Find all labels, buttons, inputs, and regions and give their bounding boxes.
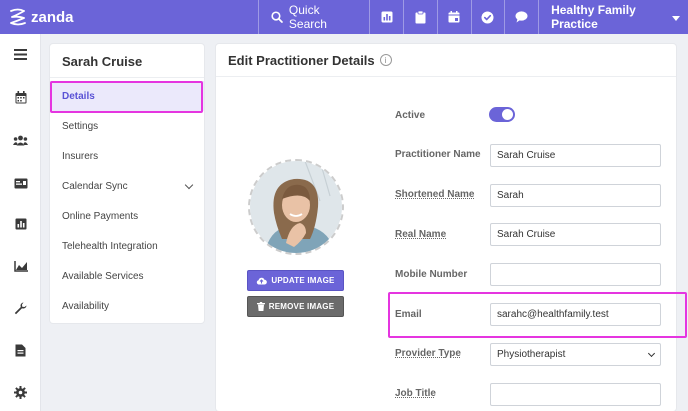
subnav-item-available-services[interactable]: Available Services <box>50 261 204 291</box>
wrench-icon <box>14 302 27 314</box>
menu-button[interactable] <box>0 42 41 66</box>
remove-image-button[interactable]: REMOVE IMAGE <box>247 296 344 317</box>
bar-chart-icon <box>15 218 26 230</box>
email-highlight-box <box>388 292 687 338</box>
edit-practitioner-card: Edit Practitioner Details i UPDATE IMAGE… <box>216 44 676 411</box>
subnav-item-settings[interactable]: Settings <box>50 111 204 141</box>
real-name-input[interactable]: Sarah Cruise <box>490 223 661 246</box>
toggle-knob <box>502 109 513 120</box>
chat-icon <box>515 11 528 23</box>
trash-icon <box>256 302 265 311</box>
subnav-item-online-payments[interactable]: Online Payments <box>50 201 204 231</box>
chevron-down-icon <box>647 349 656 357</box>
chevron-down-icon <box>184 180 194 190</box>
clipboard-icon <box>415 10 426 23</box>
update-image-label: UPDATE IMAGE <box>271 276 335 285</box>
menu-icon <box>14 48 27 60</box>
shortened-name-label: Shortened Name <box>395 189 475 200</box>
provider-type-select[interactable]: Physiotherapist <box>490 343 661 366</box>
tasks-button[interactable] <box>404 0 437 34</box>
quick-search-label: Quick Search <box>288 3 327 31</box>
chart-icon <box>381 11 393 23</box>
practice-name: Healthy Family Practice <box>551 3 636 31</box>
job-title-label: Job Title <box>395 388 436 399</box>
subnav-item-label: Calendar Sync <box>62 180 128 192</box>
practice-selector[interactable]: Healthy Family Practice <box>539 0 688 34</box>
messages-button[interactable] <box>505 0 538 34</box>
calendar-icon <box>15 90 26 103</box>
check-in-button[interactable] <box>472 0 505 34</box>
subnav-item-telehealth-integration[interactable]: Telehealth Integration <box>50 231 204 261</box>
provider-type-label: Provider Type <box>395 348 461 359</box>
details-highlight-box <box>50 81 203 113</box>
subnav-item-calendar-sync[interactable]: Calendar Sync <box>50 171 204 201</box>
rail-calendar[interactable] <box>0 85 41 109</box>
rail-settings[interactable] <box>0 380 41 404</box>
mobile-number-input[interactable] <box>490 263 661 286</box>
subnav-item-availability[interactable]: Availability <box>50 291 204 321</box>
job-title-input[interactable] <box>490 383 661 406</box>
remove-image-label: REMOVE IMAGE <box>268 302 335 311</box>
calendar-add-icon <box>448 11 460 23</box>
rail-contacts[interactable] <box>0 171 41 195</box>
rail-documents[interactable] <box>0 338 41 362</box>
active-toggle[interactable] <box>489 107 515 122</box>
new-appointment-button[interactable] <box>438 0 471 34</box>
active-label: Active <box>395 110 426 121</box>
practitioner-name-input[interactable]: Sarah Cruise <box>490 144 661 167</box>
practitioner-avatar <box>248 159 344 255</box>
cloud-upload-icon <box>257 277 268 284</box>
rail-analytics[interactable] <box>0 254 41 278</box>
subnav-item-insurers[interactable]: Insurers <box>50 141 204 171</box>
check-circle-icon <box>481 11 494 23</box>
info-icon[interactable]: i <box>379 54 392 66</box>
provider-type-value: Physiotherapist <box>497 349 566 360</box>
practitioner-name-label: Practitioner Name <box>395 149 481 160</box>
card-title: Edit Practitioner Details i <box>216 44 676 77</box>
gear-icon <box>14 385 27 399</box>
shortened-name-input[interactable]: Sarah <box>490 184 661 207</box>
search-icon <box>271 11 283 23</box>
id-card-icon <box>14 178 27 188</box>
zanda-logo[interactable]: zanda <box>8 8 74 26</box>
left-rail <box>0 34 41 411</box>
users-icon <box>13 135 28 145</box>
top-nav: Quick Search Healthy Family Practice <box>258 0 688 34</box>
reports-button[interactable] <box>370 0 403 34</box>
practitioner-name-heading: Sarah Cruise <box>50 44 204 78</box>
update-image-button[interactable]: UPDATE IMAGE <box>247 270 344 291</box>
card-title-text: Edit Practitioner Details <box>228 52 375 68</box>
rail-tools[interactable] <box>0 296 41 320</box>
caret-down-icon <box>672 15 681 21</box>
document-icon <box>15 344 26 356</box>
rail-reports[interactable] <box>0 212 41 236</box>
zanda-logo-icon <box>10 8 26 26</box>
top-bar: zanda Quick Search Healthy Family Practi <box>0 0 688 34</box>
mobile-number-label: Mobile Number <box>395 269 468 280</box>
rail-clients[interactable] <box>0 128 41 152</box>
app-name: zanda <box>31 8 74 26</box>
line-chart-icon <box>13 260 28 272</box>
real-name-label: Real Name <box>395 229 447 240</box>
quick-search-button[interactable]: Quick Search <box>259 0 369 34</box>
